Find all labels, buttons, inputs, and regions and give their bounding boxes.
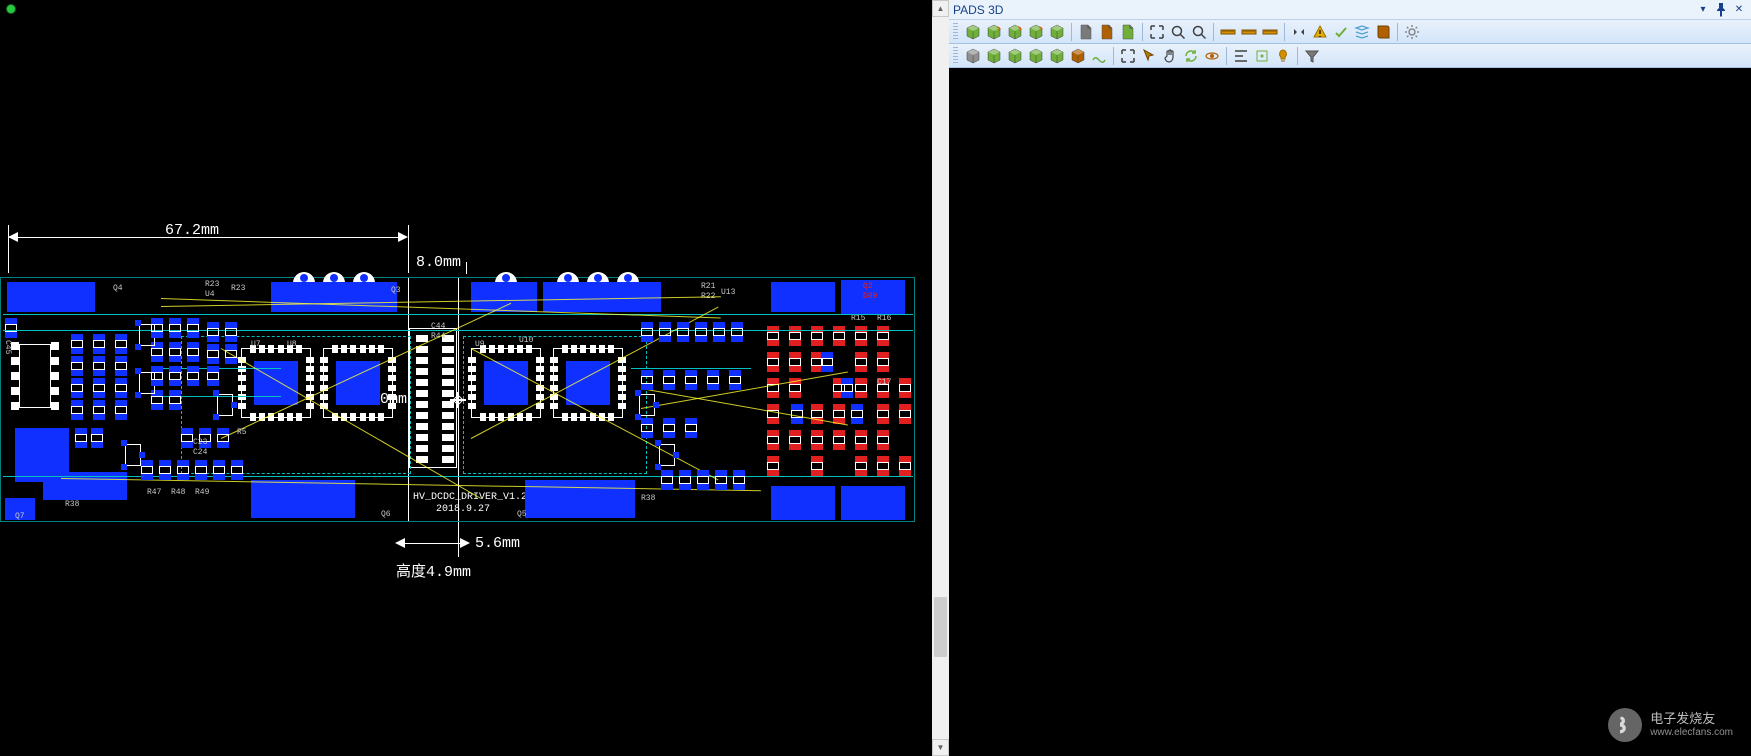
scroll-thumb[interactable] (934, 597, 947, 657)
align-icon[interactable] (1231, 46, 1251, 66)
zoom-fit-2-icon[interactable] (1118, 46, 1138, 66)
panel-title-text: PADS 3D (953, 3, 1693, 17)
zoom-in-icon[interactable] (1189, 22, 1209, 42)
check-icon[interactable] (1331, 22, 1351, 42)
export-step-icon[interactable] (1076, 22, 1096, 42)
dimension-value: 67.2mm (165, 222, 219, 239)
dimension-height-label: 高度4.9mm (396, 560, 471, 581)
refdes: R49 (195, 488, 209, 497)
dimension-line (405, 543, 465, 544)
model-transparent-icon[interactable] (984, 46, 1004, 66)
rotate-z-icon[interactable] (1026, 22, 1046, 42)
model-flex-icon[interactable] (1089, 46, 1109, 66)
dimension-arrow-icon (460, 538, 470, 548)
scroll-up-icon[interactable]: ▲ (932, 0, 949, 17)
refresh-icon[interactable] (1181, 46, 1201, 66)
scroll-track[interactable] (932, 17, 949, 739)
rotate-y-icon[interactable] (1005, 22, 1025, 42)
refdes: C17 (877, 378, 891, 387)
model-both-icon[interactable] (1026, 46, 1046, 66)
model-textured-icon[interactable] (1047, 46, 1067, 66)
filter-icon[interactable] (1302, 46, 1322, 66)
refdes: C23 (193, 438, 207, 447)
pads-3d-panel: PADS 3D ▾ ✕ (949, 0, 1751, 756)
refdes: R48 (171, 488, 185, 497)
dimension-value: 5.6mm (475, 535, 520, 552)
highlight-icon[interactable] (1273, 46, 1293, 66)
refdes: R5 (237, 428, 247, 437)
pcb-board-outline: Q4 Q3 R23 U4 R23 R21 R22 U13 (0, 277, 915, 522)
toolbar-3d-secondary (949, 44, 1751, 68)
measure-point-icon[interactable] (1260, 22, 1280, 42)
watermark-url: www.elecfans.com (1650, 727, 1733, 739)
pan-icon[interactable] (1160, 46, 1180, 66)
model-solid-icon[interactable] (963, 46, 983, 66)
view-3d-icon[interactable] (963, 22, 983, 42)
dimension-arrow-icon (395, 538, 405, 548)
options-icon[interactable] (1402, 22, 1422, 42)
dimension-arrow-icon (398, 232, 408, 242)
refdes: R47 (147, 488, 161, 497)
snap-icon[interactable] (1252, 46, 1272, 66)
dimension-extension (408, 225, 409, 273)
dimension-extension (8, 225, 9, 273)
model-wireframe-icon[interactable] (1005, 46, 1025, 66)
scroll-down-icon[interactable]: ▼ (932, 739, 949, 756)
measure-icon[interactable] (1218, 22, 1238, 42)
mirror-h-icon[interactable] (1289, 22, 1309, 42)
toolbar-3d-primary (949, 20, 1751, 44)
import-icon[interactable] (1118, 22, 1138, 42)
isometric-icon[interactable] (1047, 22, 1067, 42)
dimension-value: 8.0mm (416, 254, 461, 271)
library-icon[interactable] (1373, 22, 1393, 42)
dimension-arrow-icon (8, 232, 18, 242)
panel-pin-button[interactable] (1713, 2, 1729, 18)
pcb-layout-canvas[interactable]: 67.2mm 8.0mm 24.0mm 5.6mm 高度4.9mm (0, 0, 932, 756)
watermark: 电子发烧友 www.elecfans.com (1608, 708, 1733, 742)
3d-view-canvas[interactable] (949, 68, 1751, 756)
watermark-logo-icon (1608, 708, 1642, 742)
panel-close-button[interactable]: ✕ (1731, 2, 1747, 18)
zoom-fit-icon[interactable] (1147, 22, 1167, 42)
dimension-extension (466, 262, 467, 274)
zoom-window-icon[interactable] (1168, 22, 1188, 42)
select-icon[interactable] (1139, 46, 1159, 66)
rotate-x-icon[interactable] (984, 22, 1004, 42)
violations-icon[interactable] (1310, 22, 1330, 42)
refdes: C24 (193, 448, 207, 457)
measure-angle-icon[interactable] (1239, 22, 1259, 42)
passive-scatter (1, 278, 914, 521)
export-collada-icon[interactable] (1097, 22, 1117, 42)
panel-titlebar[interactable]: PADS 3D ▾ ✕ (949, 0, 1751, 20)
watermark-brand: 电子发烧友 (1650, 711, 1733, 727)
vertical-scrollbar[interactable]: ▲ ▼ (932, 0, 949, 756)
orbit-icon[interactable] (1202, 46, 1222, 66)
layer-stack-icon[interactable] (1352, 22, 1372, 42)
model-assembly-icon[interactable] (1068, 46, 1088, 66)
panel-dropdown-button[interactable]: ▾ (1695, 2, 1711, 18)
